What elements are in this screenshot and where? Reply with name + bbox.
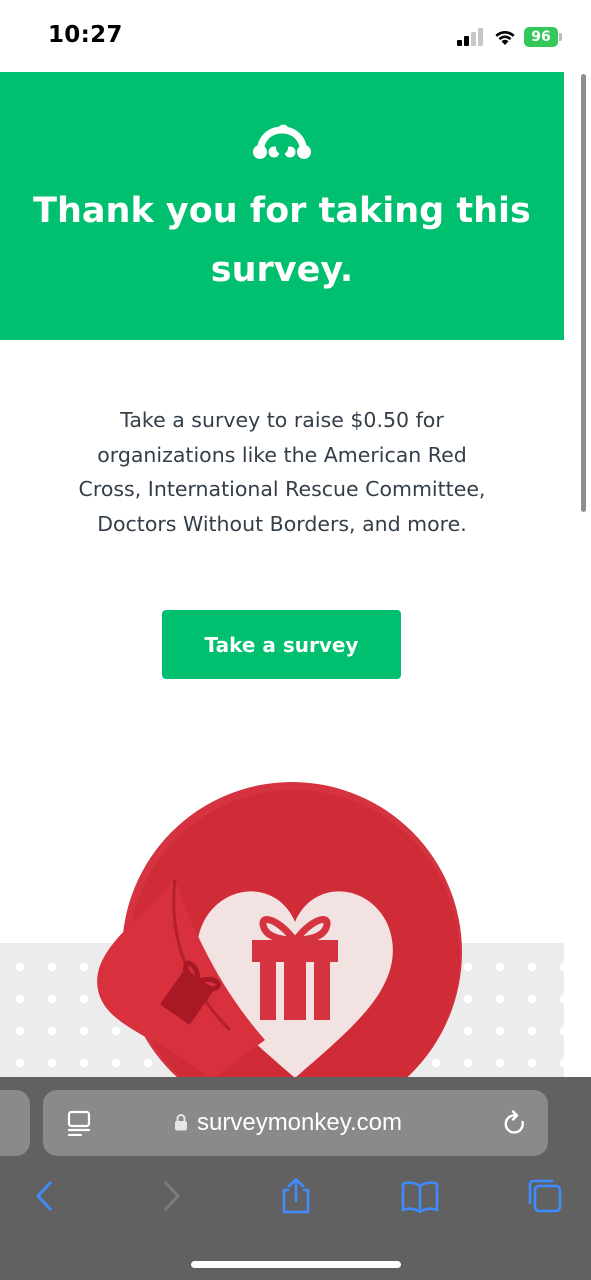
browser-chrome: surveymonkey.com xyxy=(0,1077,591,1280)
reload-icon[interactable] xyxy=(502,1110,528,1138)
page-scrollbar[interactable] xyxy=(581,74,586,512)
wifi-icon xyxy=(495,30,515,45)
take-survey-button[interactable]: Take a survey xyxy=(162,610,401,679)
survey-description: Take a survey to raise $0.50 for organiz… xyxy=(78,408,486,536)
status-time: 10:27 xyxy=(48,22,123,48)
bookmarks-icon[interactable] xyxy=(400,1177,440,1215)
battery-indicator: 96 xyxy=(524,27,562,47)
surveymonkey-logo-icon xyxy=(253,124,311,159)
back-icon[interactable] xyxy=(32,1177,56,1215)
cellular-signal-icon xyxy=(457,28,483,46)
browser-toolbar xyxy=(0,1177,591,1217)
url-text[interactable]: surveymonkey.com xyxy=(197,1106,402,1140)
lock-icon xyxy=(175,1114,187,1131)
address-bar[interactable]: surveymonkey.com xyxy=(43,1090,548,1156)
forward-icon[interactable] xyxy=(160,1177,184,1215)
banner-title: Thank you for taking this survey. xyxy=(33,191,531,290)
home-indicator[interactable] xyxy=(191,1261,401,1268)
status-bar: 10:27 96 xyxy=(0,0,591,72)
heart-gift-illustration xyxy=(97,782,462,1090)
battery-level: 96 xyxy=(531,29,551,45)
thank-you-banner: Thank you for taking this survey. xyxy=(0,72,564,340)
reader-page-menu-icon[interactable] xyxy=(67,1110,91,1136)
battery-cap xyxy=(559,33,562,41)
previous-tab-preview[interactable] xyxy=(0,1090,30,1156)
tabs-icon[interactable] xyxy=(526,1177,564,1215)
share-icon[interactable] xyxy=(279,1177,313,1215)
